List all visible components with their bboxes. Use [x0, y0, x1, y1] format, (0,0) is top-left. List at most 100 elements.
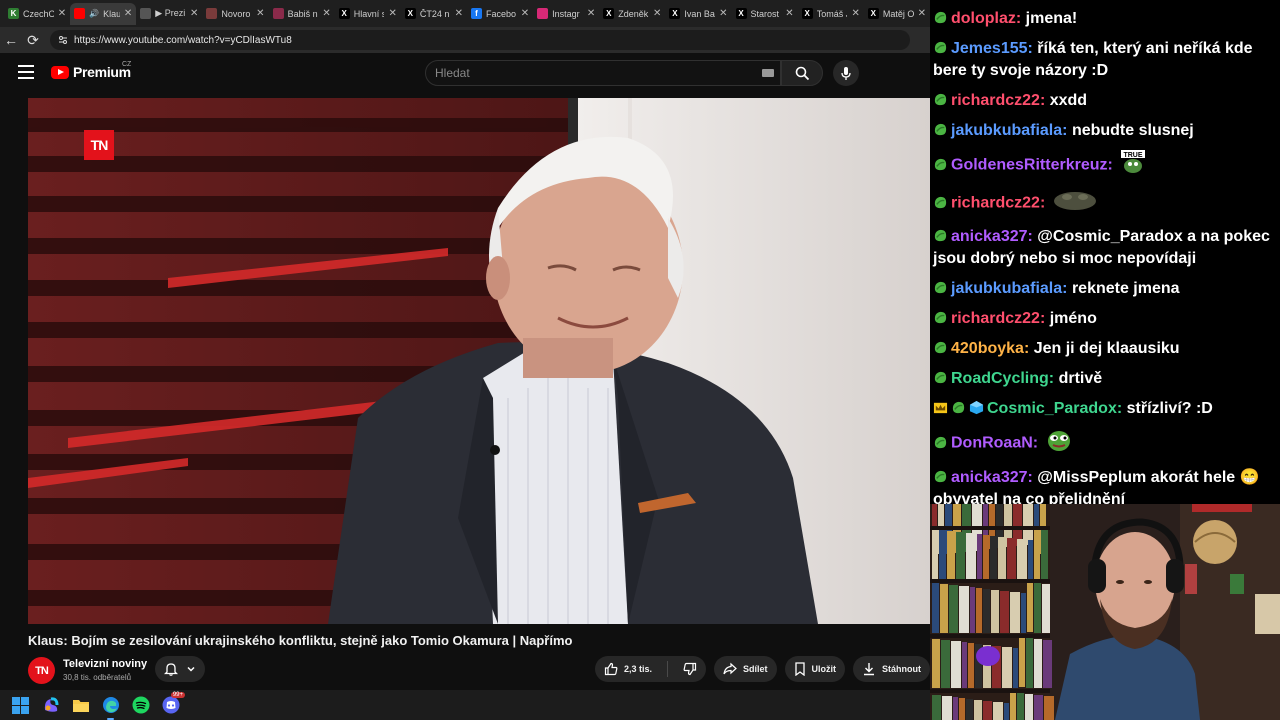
subscriber-badge-icon: [934, 158, 947, 170]
notifications-button[interactable]: [155, 656, 205, 682]
search-input[interactable]: Hledat: [425, 60, 781, 86]
stream-chat: doloplaz: jmena! Jemes155: říká ten, kter…: [930, 0, 1280, 504]
chat-username[interactable]: Cosmic_Paradox: [987, 400, 1117, 417]
chat-username[interactable]: anicka327: [951, 469, 1028, 486]
browser-tab[interactable]: X Starost ✕: [732, 3, 798, 25]
browser-tab[interactable]: Babiš n ✕: [269, 3, 335, 25]
chevron-down-icon: [187, 666, 195, 672]
chat-message: Jemes155: říká ten, který ani neříká kde…: [933, 38, 1280, 82]
logo-region: CZ: [122, 61, 132, 68]
book-spine: [1002, 647, 1012, 688]
browser-tab[interactable]: X Hlavní s ✕: [335, 3, 401, 25]
save-button[interactable]: Uložit: [784, 656, 845, 682]
channel-name[interactable]: Televizní noviny: [63, 658, 147, 670]
chat-username[interactable]: jakubkubafiala: [951, 122, 1062, 139]
close-tab-icon[interactable]: ✕: [851, 8, 859, 19]
chat-username[interactable]: jakubkubafiala: [951, 280, 1062, 297]
close-tab-icon[interactable]: ✕: [653, 8, 661, 19]
close-tab-icon[interactable]: ✕: [521, 8, 529, 19]
close-tab-icon[interactable]: ✕: [455, 8, 463, 19]
chat-username[interactable]: anicka327: [951, 228, 1028, 245]
subscriber-badge-icon: [934, 371, 947, 384]
close-tab-icon[interactable]: ✕: [587, 8, 595, 19]
share-button[interactable]: Sdílet: [713, 656, 777, 682]
chat-username[interactable]: 420boyka: [951, 340, 1024, 357]
download-button[interactable]: Stáhnout: [853, 656, 930, 682]
discord-icon[interactable]: 99+: [161, 691, 185, 715]
back-icon[interactable]: ←: [0, 29, 22, 51]
search-placeholder: Hledat: [435, 66, 470, 80]
close-tab-icon[interactable]: ✕: [719, 8, 727, 19]
chat-username[interactable]: Jemes155: [951, 40, 1028, 57]
close-tab-icon[interactable]: ✕: [190, 8, 198, 19]
keyboard-icon[interactable]: [762, 69, 774, 77]
book-spine: [990, 536, 997, 580]
chat-colon: :: [1032, 434, 1043, 452]
close-tab-icon[interactable]: ✕: [124, 8, 132, 19]
tab-title: Zdeněk: [618, 8, 649, 19]
browser-tab[interactable]: X Ivan Ba ✕: [665, 3, 731, 25]
spotify-icon[interactable]: [131, 696, 150, 715]
chat-colon: :: [1027, 40, 1038, 57]
tab-title: Hlavní s: [353, 8, 385, 19]
book-spine: [959, 586, 969, 633]
search-button[interactable]: [781, 60, 823, 86]
browser-tab[interactable]: ▶ Prezi ✕: [136, 3, 202, 25]
x-icon: X: [603, 8, 615, 19]
book-spine: [977, 534, 982, 580]
speaker-icon[interactable]: 🔊: [89, 9, 99, 18]
file-explorer-icon[interactable]: [71, 696, 90, 715]
chat-message: richardcz22: xxdd: [933, 90, 1280, 112]
browser-tab[interactable]: Novoro ✕: [202, 3, 268, 25]
channel-avatar[interactable]: TN: [28, 657, 55, 684]
youtube-logo[interactable]: Premium CZ: [51, 61, 132, 80]
url-field[interactable]: https://www.youtube.com/watch?v=yCDlIasW…: [50, 30, 910, 50]
video-player[interactable]: TN: [28, 98, 930, 624]
chat-username[interactable]: richardcz22: [951, 195, 1040, 212]
book-spine: [949, 585, 958, 633]
chat-username[interactable]: richardcz22: [951, 310, 1040, 327]
book-spine: [959, 698, 965, 720]
browser-tab[interactable]: X Tomáš J ✕: [798, 3, 864, 25]
windows-start-icon[interactable]: [11, 696, 30, 715]
close-tab-icon[interactable]: ✕: [58, 8, 66, 19]
chat-username[interactable]: richardcz22: [951, 92, 1040, 109]
chat-username[interactable]: GoldenesRitterkreuz: [951, 157, 1107, 174]
browser-tab[interactable]: Instagr ✕: [533, 3, 599, 25]
book-spine: [940, 584, 948, 633]
book-spine: [983, 535, 989, 580]
browser-tab[interactable]: X Matěj O ✕: [864, 3, 930, 25]
chat-colon: :: [1023, 340, 1034, 357]
menu-icon[interactable]: [18, 65, 34, 79]
subscriber-badge-icon: [934, 93, 947, 106]
copilot-icon[interactable]: [41, 696, 60, 715]
chat-username[interactable]: DonRoaaN: [951, 435, 1033, 452]
edge-browser-icon[interactable]: [101, 696, 120, 720]
book-spine: [1044, 696, 1054, 720]
dislike-button[interactable]: [674, 656, 706, 682]
browser-tab[interactable]: X ČT24 n ✕: [401, 3, 467, 25]
chat-text: xxdd: [1049, 92, 1088, 109]
chat-colon: :: [1107, 156, 1118, 174]
browser-tab[interactable]: f Facebo ✕: [467, 3, 533, 25]
reload-icon[interactable]: ⟳: [22, 29, 44, 51]
x-icon: X: [669, 8, 681, 19]
browser-tab[interactable]: X Zdeněk ✕: [599, 3, 665, 25]
chat-username[interactable]: doloplaz: [951, 10, 1016, 27]
close-tab-icon[interactable]: ✕: [256, 8, 264, 19]
close-tab-icon[interactable]: ✕: [322, 8, 330, 19]
close-tab-icon[interactable]: ✕: [388, 8, 396, 19]
site-info-icon[interactable]: [58, 35, 68, 45]
true-emote: TRUE: [1120, 150, 1146, 181]
close-tab-icon[interactable]: ✕: [918, 8, 926, 19]
like-button[interactable]: 2,3 tis.: [595, 656, 661, 682]
chat-username[interactable]: RoadCycling: [951, 370, 1049, 387]
video-frame: [28, 98, 930, 624]
close-tab-icon[interactable]: ✕: [785, 8, 793, 19]
book-spine: [974, 700, 982, 720]
browser-tab[interactable]: 🔊 Klaus ✕: [70, 2, 137, 25]
subscriber-badge-icon: [934, 311, 947, 324]
voice-search-button[interactable]: [833, 60, 859, 86]
browser-tab[interactable]: K CzechO ✕: [4, 3, 70, 25]
chat-text: střízliví? :D: [1126, 400, 1213, 417]
